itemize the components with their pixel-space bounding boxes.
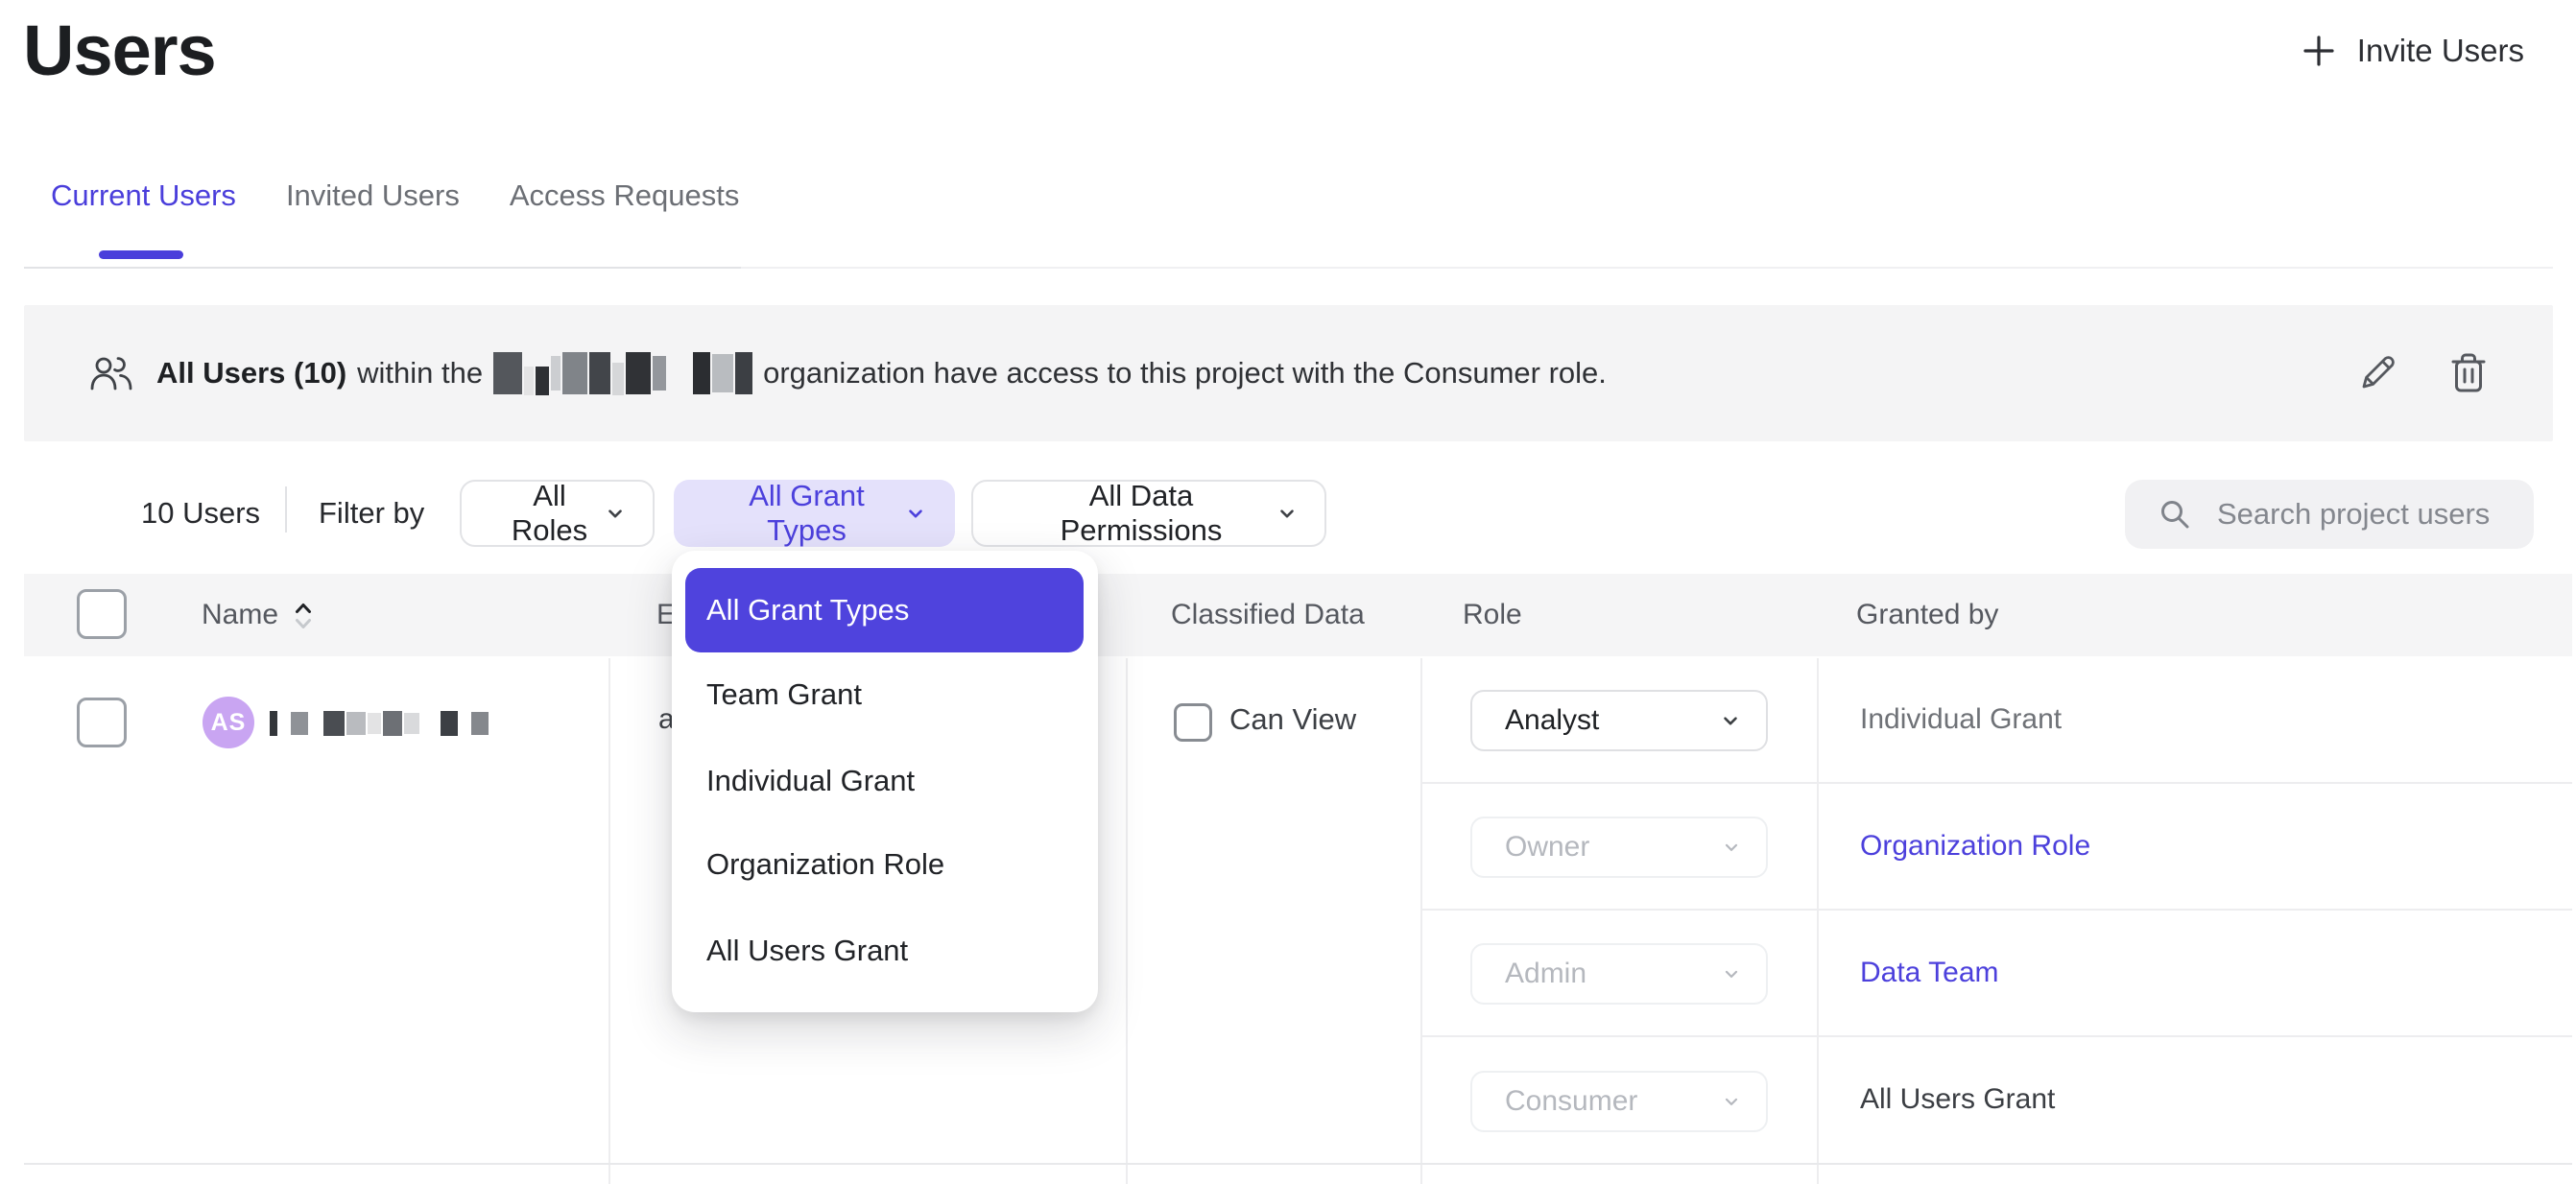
granted-by-value: All Users Grant (1860, 1036, 2055, 1163)
granted-by-value: Individual Grant (1860, 656, 2062, 783)
menu-item-all-users-grant[interactable]: All Users Grant (706, 909, 908, 993)
all-users-banner: All Users (10) within the organization h… (24, 305, 2553, 441)
chevron-down-icon (605, 503, 626, 524)
column-divider (1420, 658, 1422, 1184)
column-header-name: Name (202, 599, 278, 631)
chevron-down-icon (1722, 1092, 1741, 1111)
filter-all-data-permissions-label: All Data Permissions (1006, 479, 1276, 548)
users-group-icon (89, 355, 133, 393)
role-select-consumer: Consumer (1470, 1071, 1768, 1132)
column-header-role: Role (1463, 574, 1522, 656)
row-checkbox[interactable] (77, 698, 127, 747)
avatar: AS (203, 697, 254, 748)
banner-tail-text: organization have access to this project… (763, 356, 1607, 391)
chevron-down-icon (1276, 503, 1298, 524)
invite-users-label: Invite Users (2357, 33, 2524, 69)
filter-all-grant-types-label: All Grant Types (708, 479, 905, 548)
banner-bold-text: All Users (10) (156, 356, 346, 391)
search-input[interactable] (2215, 496, 2576, 533)
pencil-icon (2357, 353, 2397, 393)
filter-all-data-permissions[interactable]: All Data Permissions (971, 480, 1326, 547)
search-box (2125, 480, 2534, 549)
menu-item-organization-role[interactable]: Organization Role (706, 822, 944, 907)
row-divider (24, 1163, 2572, 1165)
page-title: Users (23, 10, 216, 91)
chevron-down-icon (1722, 838, 1741, 857)
column-divider (608, 658, 610, 1184)
users-page: Users Invite Users Current Users Invited… (0, 0, 2576, 1184)
role-value: Analyst (1505, 704, 1599, 737)
column-header-granted-by: Granted by (1856, 574, 1998, 656)
role-value: Owner (1505, 831, 1589, 864)
menu-item-team-grant[interactable]: Team Grant (706, 652, 862, 737)
granted-by-link[interactable]: Data Team (1860, 910, 1999, 1036)
column-header-classified-data: Classified Data (1171, 574, 1365, 656)
filter-all-roles[interactable]: All Roles (460, 480, 655, 547)
tab-invited-users[interactable]: Invited Users (286, 178, 460, 213)
role-select-analyst[interactable]: Analyst (1470, 690, 1768, 751)
role-value: Consumer (1505, 1085, 1637, 1118)
user-count: 10 Users (141, 480, 260, 547)
can-view-label: Can View (1229, 656, 1356, 783)
plus-icon (2302, 34, 2336, 68)
column-divider (1817, 658, 1819, 1184)
toolbar-divider (285, 486, 287, 533)
chevron-down-icon (1720, 710, 1741, 731)
chevron-down-icon (1722, 964, 1741, 983)
invite-users-button[interactable]: Invite Users (2300, 27, 2526, 75)
column-divider (1126, 658, 1128, 1184)
banner-actions (2353, 305, 2492, 441)
sort-icon[interactable] (292, 596, 315, 634)
role-select-owner: Owner (1470, 817, 1768, 878)
trash-icon (2449, 352, 2488, 394)
banner-mid-text: within the (357, 356, 483, 391)
menu-item-individual-grant[interactable]: Individual Grant (706, 739, 915, 823)
table-header: Name Email Classified Data Role Granted … (24, 574, 2572, 656)
select-all-checkbox[interactable] (77, 589, 127, 639)
tabs-divider (24, 267, 741, 269)
tabs-divider-light (741, 267, 2553, 269)
tab-bar: Current Users Invited Users Access Reque… (51, 178, 739, 213)
tab-current-users[interactable]: Current Users (51, 178, 236, 213)
redacted-org-name (493, 351, 752, 395)
search-icon (2158, 497, 2192, 532)
tab-access-requests[interactable]: Access Requests (510, 178, 740, 213)
banner-message: All Users (10) within the organization h… (156, 305, 1607, 441)
chevron-down-icon (905, 503, 926, 524)
role-select-admin: Admin (1470, 943, 1768, 1005)
delete-button[interactable] (2445, 348, 2492, 398)
filter-all-roles-label: All Roles (494, 479, 605, 548)
filter-all-grant-types[interactable]: All Grant Types (674, 480, 955, 547)
can-view-checkbox[interactable] (1174, 703, 1212, 742)
granted-by-link[interactable]: Organization Role (1860, 783, 2090, 910)
menu-item-all-grant-types[interactable]: All Grant Types (685, 568, 1084, 652)
edit-button[interactable] (2353, 349, 2401, 397)
active-tab-indicator (99, 250, 183, 259)
grant-types-dropdown-menu: All Grant Types Team Grant Individual Gr… (672, 551, 1098, 1012)
redacted-user-name (270, 711, 489, 736)
filter-by-label: Filter by (319, 480, 424, 547)
role-value: Admin (1505, 958, 1586, 990)
